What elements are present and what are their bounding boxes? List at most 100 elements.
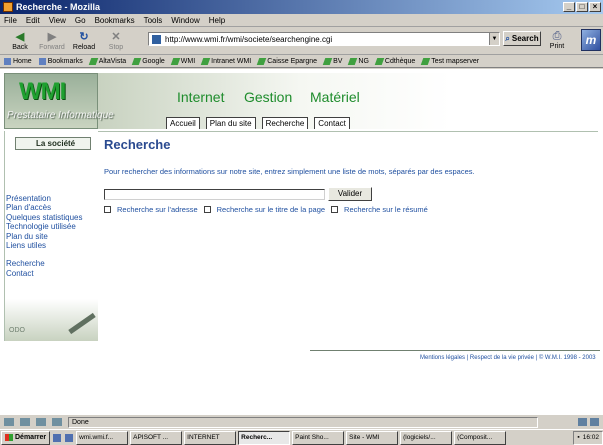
- sidebar-item-presentation[interactable]: Présentation: [6, 194, 83, 203]
- sidebar-item-statistiques[interactable]: Quelques statistiques: [6, 213, 83, 222]
- bookmarks-icon: [38, 57, 46, 65]
- reload-button[interactable]: ↻ Reload: [68, 31, 100, 51]
- address-book-icon[interactable]: [52, 418, 62, 426]
- sector-materiel[interactable]: Matériel: [310, 89, 360, 105]
- quicklaunch-icon[interactable]: [65, 433, 74, 442]
- tray-icon[interactable]: ▪: [577, 434, 579, 441]
- bookmark-label: WMI: [180, 57, 196, 65]
- start-button[interactable]: Démarrer: [1, 430, 51, 445]
- bookmark-google[interactable]: Google: [131, 57, 165, 65]
- navigator-icon[interactable]: [4, 418, 14, 426]
- sidebar-item-technologie[interactable]: Technologie utilisée: [6, 222, 83, 231]
- checkbox-titre[interactable]: [203, 206, 211, 213]
- forward-button[interactable]: ▶ Forward: [36, 31, 68, 51]
- task-button[interactable]: wmi.wmi.f...: [76, 430, 129, 445]
- bookmark-bv[interactable]: BV: [322, 57, 342, 65]
- site-logo-block[interactable]: WMI Prestataire Informatique: [4, 73, 114, 129]
- forward-label: Forward: [39, 43, 65, 51]
- bookmark-label: Bookmarks: [47, 57, 83, 65]
- maximize-button[interactable]: □: [576, 2, 588, 12]
- bookmark-caisse-epargne[interactable]: Caisse Epargne: [256, 57, 318, 65]
- task-button[interactable]: Paint Sho...: [292, 430, 345, 445]
- sector-internet[interactable]: Internet: [177, 89, 224, 105]
- bookmark-ng[interactable]: NG: [348, 57, 369, 65]
- composer-icon[interactable]: [36, 418, 46, 426]
- print-label: Print: [549, 43, 565, 50]
- sidebar-item-recherche[interactable]: Recherche: [6, 259, 83, 268]
- windows-taskbar: Démarrer wmi.wmi.f... APISOFT ... INTERN…: [0, 429, 603, 445]
- sidebar-item-contact[interactable]: Contact: [6, 269, 83, 278]
- quicklaunch-icon[interactable]: [53, 433, 62, 442]
- checkbox-titre-label: Recherche sur le titre de la page: [216, 205, 326, 214]
- bookmark-label: Intranet WMI: [211, 57, 252, 65]
- status-bar: Done: [0, 414, 603, 429]
- site-header: WMI Prestataire Informatique Internet Ge…: [0, 69, 603, 131]
- mozilla-throbber-logo: m: [581, 29, 601, 51]
- bookmark-icon: [131, 57, 142, 65]
- bookmark-wmi[interactable]: WMI: [170, 57, 196, 65]
- checkbox-resume[interactable]: [331, 206, 339, 213]
- bookmark-label: NG: [358, 57, 369, 65]
- task-button[interactable]: INTERNET: [184, 430, 237, 445]
- stop-button[interactable]: ✕ Stop: [100, 31, 132, 51]
- pen-icon: [68, 312, 96, 335]
- sidebar-item-plan-acces[interactable]: Plan d'accès: [6, 203, 83, 212]
- online-icon: [578, 418, 587, 426]
- menu-help[interactable]: Help: [209, 16, 225, 25]
- menu-window[interactable]: Window: [171, 16, 199, 25]
- search-label: Search: [511, 34, 539, 43]
- tab-contact[interactable]: Contact: [314, 117, 350, 129]
- search-form: Valider: [104, 187, 599, 201]
- task-button[interactable]: (logiciels/...: [400, 430, 453, 445]
- url-bar[interactable]: http://www.wmi.fr/wmi/societe/searchengi…: [148, 32, 500, 46]
- url-text: http://www.wmi.fr/wmi/societe/searchengi…: [165, 34, 333, 44]
- checkbox-adresse[interactable]: [104, 206, 111, 213]
- bookmark-cdtheque[interactable]: Cdthèque: [374, 57, 415, 65]
- task-button[interactable]: Site - WMI: [346, 430, 399, 445]
- footer-links[interactable]: Mentions légales | Respect de la vie pri…: [420, 355, 596, 361]
- bookmark-bookmarks[interactable]: Bookmarks: [38, 57, 83, 65]
- sidebar-item-liens-utiles[interactable]: Liens utiles: [6, 241, 83, 250]
- close-button[interactable]: ×: [589, 2, 601, 12]
- title-bar: Recherche - Mozilla _ □ ×: [0, 0, 603, 14]
- mail-icon[interactable]: [20, 418, 30, 426]
- checkbox-resume-label: Recherche sur le résumé: [344, 205, 428, 214]
- sidebar-section-la-societe[interactable]: La société: [15, 137, 91, 150]
- sidebar-item-plan-du-site[interactable]: Plan du site: [6, 232, 83, 241]
- bookmark-intranet-wmi[interactable]: Intranet WMI: [200, 57, 252, 65]
- bookmark-home[interactable]: Home: [4, 57, 32, 65]
- menu-view[interactable]: View: [49, 16, 66, 25]
- reload-label: Reload: [72, 43, 96, 51]
- url-dropdown-icon[interactable]: ▼: [489, 33, 499, 45]
- menu-file[interactable]: File: [4, 16, 17, 25]
- sidebar-deco-text: ODO: [9, 327, 25, 334]
- minimize-button[interactable]: _: [563, 2, 575, 12]
- print-button[interactable]: ⎙ Print: [544, 30, 570, 50]
- search-options: Recherche sur l'adresse Recherche sur le…: [104, 205, 599, 214]
- task-button[interactable]: (Composit...: [454, 430, 507, 445]
- back-button[interactable]: ◀ Back: [4, 31, 36, 51]
- tab-plan-du-site[interactable]: Plan du site: [205, 117, 256, 129]
- menu-bar: File Edit View Go Bookmarks Tools Window…: [0, 14, 603, 27]
- search-button[interactable]: ⌕ Search: [503, 31, 541, 46]
- bookmark-icon: [170, 57, 181, 65]
- bookmark-altavista[interactable]: AltaVista: [88, 57, 126, 65]
- tab-recherche[interactable]: Recherche: [261, 117, 309, 129]
- bookmark-label: Caisse Epargne: [267, 57, 318, 65]
- sector-gestion[interactable]: Gestion: [244, 89, 292, 105]
- back-label: Back: [12, 43, 28, 51]
- menu-go[interactable]: Go: [75, 16, 86, 25]
- bookmark-test-mapserver[interactable]: Test mapserver: [420, 57, 480, 65]
- menu-tools[interactable]: Tools: [144, 16, 163, 25]
- task-button-active[interactable]: Recherc...: [238, 430, 291, 445]
- stop-label: Stop: [108, 43, 124, 51]
- bookmark-label: Test mapserver: [431, 57, 480, 65]
- task-button[interactable]: APISOFT ...: [130, 430, 183, 445]
- valider-button[interactable]: Valider: [328, 187, 372, 201]
- site-icon: [152, 34, 161, 44]
- footer-divider: [310, 350, 600, 351]
- tab-accueil[interactable]: Accueil: [166, 117, 200, 129]
- menu-bookmarks[interactable]: Bookmarks: [95, 16, 135, 25]
- menu-edit[interactable]: Edit: [26, 16, 40, 25]
- search-input[interactable]: [104, 188, 325, 200]
